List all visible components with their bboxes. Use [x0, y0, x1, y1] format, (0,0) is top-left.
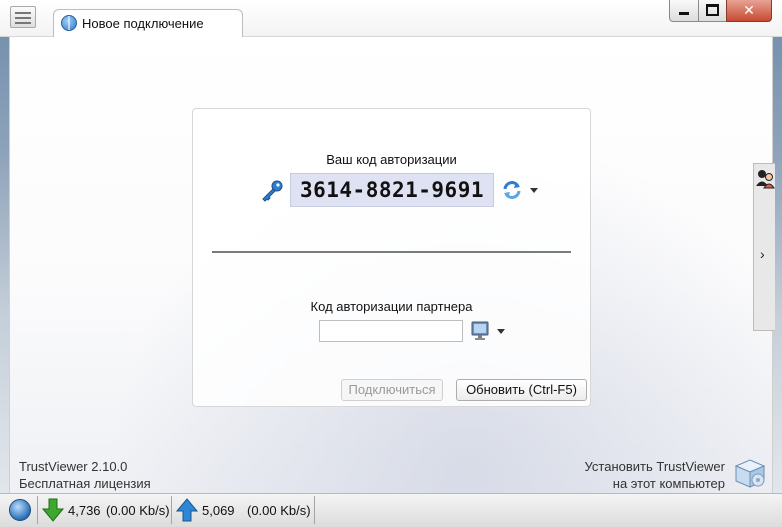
chevron-down-icon[interactable]	[530, 188, 538, 193]
workspace: Ваш код авторизации 3614-8821-9691 Код а…	[9, 37, 773, 493]
maximize-icon	[706, 4, 719, 16]
tab-new-connection[interactable]: Новое подключение	[53, 9, 243, 37]
hamburger-icon-line	[15, 17, 31, 19]
network-globe-icon[interactable]	[9, 499, 31, 521]
refresh-button[interactable]: Обновить (Ctrl-F5)	[456, 379, 587, 401]
people-icon	[756, 170, 775, 189]
connect-button[interactable]: Подключиться	[341, 379, 443, 401]
menu-button[interactable]	[10, 6, 36, 28]
divider	[212, 251, 571, 253]
your-auth-code-label: Ваш код авторизации	[326, 152, 457, 167]
hamburger-icon	[15, 12, 31, 14]
monitor-icon[interactable]	[471, 321, 489, 341]
separator	[171, 496, 172, 524]
minimize-icon	[679, 12, 689, 15]
chevron-down-icon[interactable]	[497, 329, 505, 334]
key-icon	[262, 180, 283, 202]
hamburger-icon-line	[15, 22, 31, 24]
minimize-button[interactable]	[669, 0, 699, 22]
upload-total: 5,069	[202, 503, 235, 518]
install-line-2[interactable]: на этот компьютер	[550, 475, 725, 492]
license-label: Бесплатная лицензия	[19, 476, 151, 491]
maximize-button[interactable]	[698, 0, 727, 22]
close-button[interactable]: ✕	[726, 0, 772, 22]
partner-auth-code-label: Код авторизации партнера	[310, 299, 473, 314]
separator	[37, 496, 38, 524]
install-line-1[interactable]: Установить TrustViewer	[550, 458, 725, 475]
globe-icon	[61, 15, 77, 31]
version-label: TrustViewer 2.10.0	[19, 459, 128, 474]
auth-code-display[interactable]: 3614-8821-9691	[290, 173, 494, 207]
upload-rate: (0.00 Kb/s)	[247, 503, 311, 518]
close-icon: ✕	[743, 2, 755, 18]
connection-panel: Ваш код авторизации 3614-8821-9691 Код а…	[192, 108, 591, 407]
download-total: 4,736	[68, 503, 101, 518]
title-bar: Новое подключение ✕	[0, 0, 782, 37]
refresh-icon[interactable]	[501, 179, 523, 201]
upload-arrow-icon	[176, 498, 198, 522]
status-bar: 4,736 (0.00 Kb/s) 5,069 (0.00 Kb/s)	[0, 493, 782, 527]
install-box-icon[interactable]	[732, 454, 768, 490]
install-link[interactable]: Установить TrustViewer на этот компьютер	[550, 458, 725, 492]
version-info: TrustViewer 2.10.0 Бесплатная лицензия	[19, 458, 151, 492]
download-rate: (0.00 Kb/s)	[106, 503, 170, 518]
download-arrow-icon	[42, 498, 64, 522]
separator	[314, 496, 315, 524]
side-panel-toggle[interactable]: ›	[753, 163, 775, 331]
chevron-right-icon: ›	[760, 246, 765, 262]
tab-label: Новое подключение	[82, 16, 204, 31]
partner-code-input[interactable]	[319, 320, 463, 342]
